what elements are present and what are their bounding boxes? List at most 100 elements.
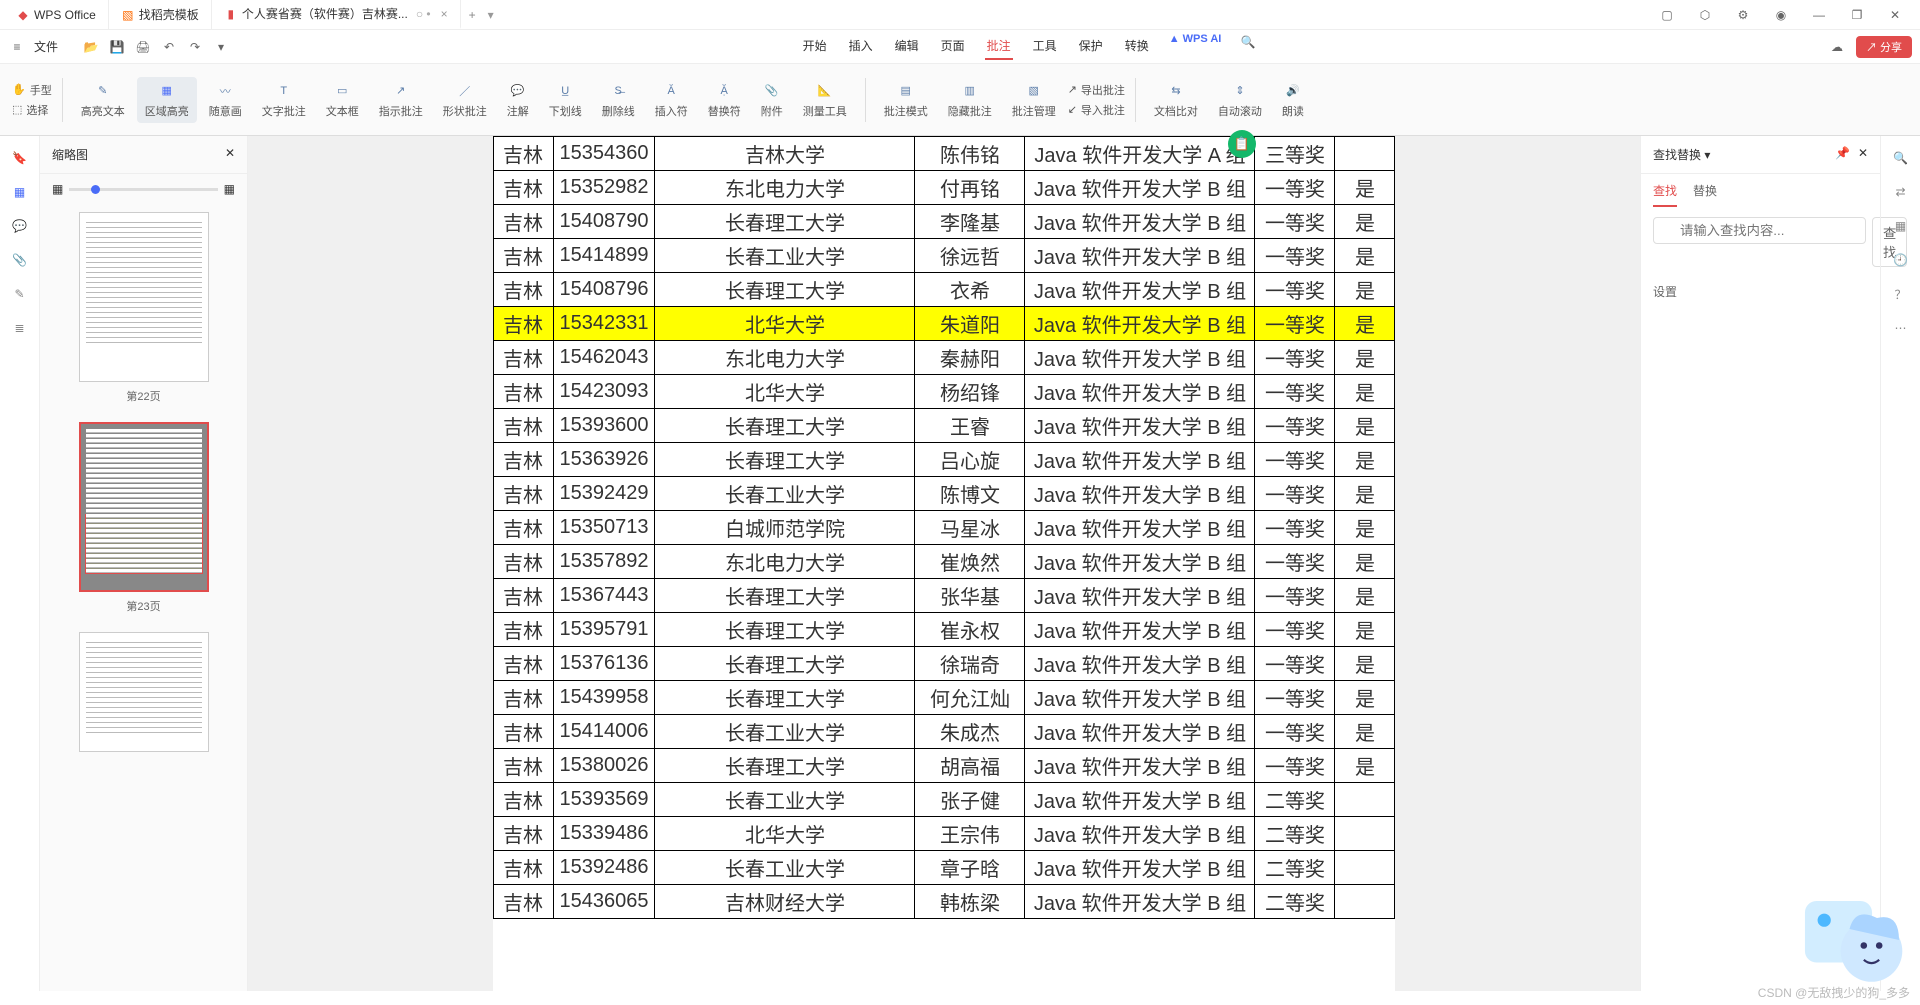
new-tab-button[interactable]: + [461, 8, 484, 22]
document-viewport[interactable]: 吉林15354360吉林大学陈伟铭Java 软件开发大学 A 组三等奖吉林153… [248, 136, 1640, 991]
thumb-page-23[interactable]: 第23页 [40, 422, 247, 614]
zoom-grid-small-icon[interactable]: ▦ [52, 182, 63, 196]
table-row: 吉林15350713白城师范学院马星冰Java 软件开发大学 B 组一等奖是 [493, 511, 1395, 545]
avatar-icon[interactable]: ◉ [1768, 8, 1794, 22]
chevron-down-icon[interactable]: ▾ [1704, 148, 1710, 162]
table-cell: 一等奖 [1255, 273, 1335, 307]
menu-page[interactable]: 页面 [939, 33, 967, 60]
tab-document[interactable]: ▮个人赛省赛（软件赛）吉林赛...○ •× [212, 0, 461, 29]
tab-overflow[interactable]: ▾ [488, 8, 494, 22]
table-cell: 长春理工大学 [655, 647, 915, 681]
print-icon[interactable]: 🖨 [134, 38, 152, 56]
search-input[interactable] [1653, 217, 1866, 244]
save-icon[interactable]: 💾 [108, 38, 126, 56]
highlight-button[interactable]: ✎高亮文本 [73, 77, 133, 123]
window-icon[interactable]: ▢ [1654, 8, 1680, 22]
share-button[interactable]: ↗ 分享 [1856, 36, 1912, 58]
comment-icon[interactable]: 💬 [10, 216, 30, 236]
pin-icon[interactable]: 📌 [1835, 146, 1850, 160]
table-cell: 15380026 [553, 749, 655, 783]
table-row: 吉林15408790长春理工大学李隆基Java 软件开发大学 B 组一等奖是 [493, 205, 1395, 239]
close-panel-icon[interactable]: ✕ [1858, 146, 1868, 160]
file-menu[interactable]: 文件 [34, 38, 58, 55]
measure-button[interactable]: 📐测量工具 [795, 77, 855, 123]
cube-icon[interactable]: ⬡ [1692, 8, 1718, 22]
autoscroll-button[interactable]: ⇕自动滚动 [1210, 77, 1270, 123]
menu-insert[interactable]: 插入 [847, 33, 875, 60]
thumb-page-22[interactable]: 第22页 [40, 212, 247, 404]
compare-button[interactable]: ⇆文档比对 [1146, 77, 1206, 123]
tab-wps-home[interactable]: ◆WPS Office [4, 0, 109, 29]
table-cell: 一等奖 [1255, 443, 1335, 477]
hide-annotate-button[interactable]: ▥隐藏批注 [940, 77, 1000, 123]
grid-icon[interactable]: ▦ [1891, 216, 1911, 236]
close-thumbnails-icon[interactable]: ✕ [225, 146, 235, 163]
menu-tools[interactable]: 工具 [1031, 33, 1059, 60]
thumb-page-24[interactable] [40, 632, 247, 752]
menu-annotate[interactable]: 批注 [985, 33, 1013, 60]
import-notes-button[interactable]: ↙ 导入批注 [1068, 102, 1125, 118]
menu-edit[interactable]: 编辑 [893, 33, 921, 60]
clock-icon[interactable]: 🕘 [1891, 250, 1911, 270]
thumbnails-icon[interactable]: ▦ [10, 182, 30, 202]
tab-label: WPS Office [34, 8, 96, 22]
close-window-icon[interactable]: ✕ [1882, 8, 1908, 22]
table-cell: 二等奖 [1255, 851, 1335, 885]
maximize-icon[interactable]: ❐ [1844, 8, 1870, 22]
zoom-grid-large-icon[interactable]: ▦ [224, 182, 235, 196]
tab-replace[interactable]: 替换 [1693, 182, 1717, 207]
underline-button[interactable]: U̲下划线 [541, 77, 590, 123]
cloud-icon[interactable]: ☁ [1828, 38, 1846, 56]
more-panel-icon[interactable]: ⋯ [1891, 318, 1911, 338]
textbox-button[interactable]: ▭文本框 [318, 77, 367, 123]
export-notes-button[interactable]: ↗ 导出批注 [1068, 82, 1125, 98]
menu-protect[interactable]: 保护 [1077, 33, 1105, 60]
help-icon[interactable]: ？ [1891, 284, 1911, 304]
area-highlight-button[interactable]: ▦区域高亮 [137, 77, 197, 123]
read-button[interactable]: 🔊朗读 [1274, 77, 1312, 123]
table-cell: Java 软件开发大学 B 组 [1025, 749, 1255, 783]
search-icon[interactable]: 🔍 [1239, 33, 1257, 51]
table-cell: 吉林 [493, 715, 553, 749]
replace-mark-button[interactable]: Ặ替换符 [700, 77, 749, 123]
find-settings[interactable]: 设置 [1641, 277, 1880, 306]
template-icon: ▧ [121, 8, 135, 22]
arrow-note-button[interactable]: ↗指示批注 [371, 77, 431, 123]
table-cell: 付再铭 [915, 171, 1025, 205]
search-panel-icon[interactable]: 🔍 [1891, 148, 1911, 168]
bookmark-icon[interactable]: 🔖 [10, 148, 30, 168]
thumb-zoom-slider[interactable] [69, 188, 217, 191]
gear-icon[interactable]: ⚙ [1730, 8, 1756, 22]
text-note-button[interactable]: T文字批注 [254, 77, 314, 123]
menu-convert[interactable]: 转换 [1123, 33, 1151, 60]
annotate-mode-button[interactable]: ▤批注模式 [876, 77, 936, 123]
table-cell: 15350713 [553, 511, 655, 545]
menu-start[interactable]: 开始 [801, 33, 829, 60]
tab-templates[interactable]: ▧找稻壳模板 [109, 0, 212, 29]
select-tool[interactable]: ⬚ 选择 [12, 102, 52, 118]
more-icon[interactable]: ▾ [212, 38, 230, 56]
undo-icon[interactable]: ↶ [160, 38, 178, 56]
tab-find[interactable]: 查找 [1653, 182, 1677, 207]
note-button[interactable]: 💬注解 [499, 77, 537, 123]
minimize-icon[interactable]: — [1806, 8, 1832, 22]
layers-icon[interactable]: ≣ [10, 318, 30, 338]
insert-mark-button[interactable]: Ă插入符 [647, 77, 696, 123]
annotation-badge[interactable]: 📋 [1228, 130, 1256, 158]
attach-button[interactable]: 📎附件 [753, 77, 791, 123]
redo-icon[interactable]: ↷ [186, 38, 204, 56]
transfer-icon[interactable]: ⇄ [1891, 182, 1911, 202]
freedraw-button[interactable]: 〰随意画 [201, 77, 250, 123]
shape-note-button[interactable]: ／形状批注 [435, 77, 495, 123]
menu-icon[interactable]: ≡ [8, 38, 26, 56]
attachment-icon[interactable]: 📎 [10, 250, 30, 270]
assistant-avatar[interactable] [1800, 885, 1910, 995]
edit-icon[interactable]: ✎ [10, 284, 30, 304]
hand-tool[interactable]: ✋ 手型 [12, 82, 52, 98]
strike-button[interactable]: S̶删除线 [594, 77, 643, 123]
wps-ai-button[interactable]: ▲ WPS AI [1169, 33, 1222, 60]
close-icon[interactable]: × [441, 7, 448, 21]
open-icon[interactable]: 📂 [82, 38, 100, 56]
manage-annotate-button[interactable]: ▧批注管理 [1004, 77, 1064, 123]
table-cell: 王宗伟 [915, 817, 1025, 851]
